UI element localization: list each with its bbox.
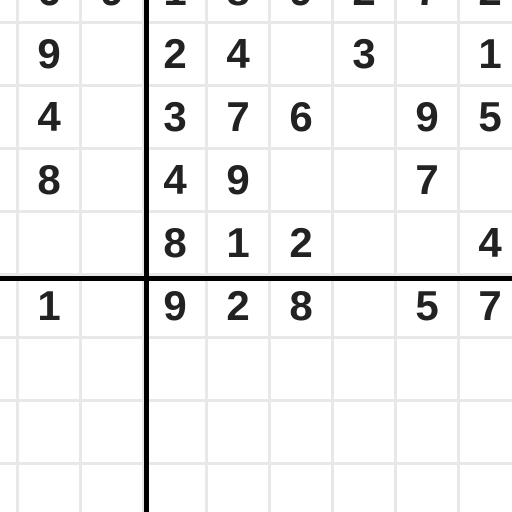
sudoku-cell[interactable] xyxy=(397,213,457,273)
sudoku-cell[interactable]: 8 xyxy=(19,150,79,210)
sudoku-cell[interactable] xyxy=(334,339,394,399)
sudoku-cell[interactable] xyxy=(271,24,331,84)
sudoku-cell[interactable] xyxy=(82,24,142,84)
sudoku-cell[interactable] xyxy=(82,339,142,399)
sudoku-cell[interactable]: 9 xyxy=(397,87,457,147)
sudoku-cell[interactable] xyxy=(334,402,394,462)
sudoku-cell[interactable] xyxy=(82,276,142,336)
sudoku-cell[interactable]: 4 xyxy=(460,213,512,273)
sudoku-cell[interactable]: 3 xyxy=(145,87,205,147)
sudoku-cell[interactable]: 1 xyxy=(0,87,16,147)
sudoku-cell[interactable]: 2 xyxy=(271,213,331,273)
sudoku-cell[interactable] xyxy=(0,0,16,21)
sudoku-cell[interactable] xyxy=(271,339,331,399)
sudoku-cell[interactable] xyxy=(82,87,142,147)
sudoku-cell[interactable]: 6 xyxy=(271,87,331,147)
sudoku-cell[interactable] xyxy=(334,150,394,210)
sudoku-cell[interactable] xyxy=(208,402,268,462)
sudoku-cell[interactable] xyxy=(0,465,16,512)
sudoku-cell[interactable] xyxy=(145,465,205,512)
sudoku-cell[interactable]: 7 xyxy=(208,87,268,147)
sudoku-cell[interactable] xyxy=(82,150,142,210)
sudoku-cell[interactable] xyxy=(0,339,16,399)
sudoku-cell[interactable]: 5 xyxy=(460,87,512,147)
sudoku-cell[interactable]: 2 xyxy=(334,0,394,21)
sudoku-cell[interactable]: 2 xyxy=(145,24,205,84)
sudoku-cell[interactable] xyxy=(208,465,268,512)
sudoku-cell[interactable]: 7 xyxy=(460,276,512,336)
sudoku-cell[interactable] xyxy=(460,150,512,210)
sudoku-cell[interactable] xyxy=(397,339,457,399)
sudoku-cell[interactable] xyxy=(271,150,331,210)
sudoku-cell[interactable]: 8 xyxy=(145,213,205,273)
sudoku-cell[interactable] xyxy=(0,24,16,84)
sudoku-cell[interactable] xyxy=(19,213,79,273)
sudoku-cell[interactable]: 9 xyxy=(82,0,142,21)
sudoku-cell[interactable]: 4 xyxy=(208,24,268,84)
sudoku-cell[interactable] xyxy=(334,87,394,147)
sudoku-cell[interactable] xyxy=(397,402,457,462)
sudoku-cell[interactable]: 1 xyxy=(19,276,79,336)
sudoku-cell[interactable] xyxy=(19,402,79,462)
sudoku-cell[interactable]: 1 xyxy=(208,213,268,273)
sudoku-cell[interactable] xyxy=(82,465,142,512)
sudoku-cell[interactable]: 3 xyxy=(334,24,394,84)
sudoku-cell[interactable] xyxy=(460,465,512,512)
sudoku-cell[interactable] xyxy=(208,339,268,399)
sudoku-cell[interactable] xyxy=(145,339,205,399)
sudoku-cell[interactable]: 7 xyxy=(397,150,457,210)
sudoku-cell[interactable] xyxy=(19,465,79,512)
sudoku-cell[interactable] xyxy=(397,24,457,84)
sudoku-cell[interactable]: 9 xyxy=(271,0,331,21)
sudoku-cell[interactable]: 5 xyxy=(397,276,457,336)
sudoku-cell[interactable] xyxy=(334,213,394,273)
sudoku-cell[interactable]: 8 xyxy=(208,0,268,21)
sudoku-cell[interactable] xyxy=(82,402,142,462)
sudoku-cell[interactable] xyxy=(397,465,457,512)
sudoku-cell[interactable] xyxy=(271,402,331,462)
sudoku-cell[interactable]: 9 xyxy=(19,24,79,84)
sudoku-cell[interactable] xyxy=(82,213,142,273)
sudoku-cell[interactable]: 9 xyxy=(145,276,205,336)
sudoku-cell[interactable]: 1 xyxy=(460,24,512,84)
sudoku-cell[interactable]: 4 xyxy=(0,276,16,336)
sudoku-cell[interactable] xyxy=(460,402,512,462)
sudoku-cell[interactable]: 2 xyxy=(460,0,512,21)
sudoku-cell[interactable] xyxy=(19,339,79,399)
sudoku-cell[interactable]: 9 xyxy=(208,150,268,210)
sudoku-cell[interactable]: 6 xyxy=(19,0,79,21)
sudoku-cell[interactable]: 1 xyxy=(145,0,205,21)
sudoku-cell[interactable] xyxy=(0,402,16,462)
box-border-vertical xyxy=(144,0,149,512)
box-border-horizontal xyxy=(0,276,512,281)
sudoku-cell[interactable] xyxy=(271,465,331,512)
sudoku-cell[interactable] xyxy=(460,339,512,399)
sudoku-cell[interactable]: 8 xyxy=(271,276,331,336)
sudoku-cell[interactable]: 4 xyxy=(19,87,79,147)
sudoku-cell[interactable] xyxy=(145,402,205,462)
sudoku-cell[interactable]: 7 xyxy=(397,0,457,21)
sudoku-cell[interactable] xyxy=(334,276,394,336)
sudoku-cell[interactable]: 2 xyxy=(208,276,268,336)
sudoku-cell[interactable]: 9 xyxy=(0,213,16,273)
sudoku-cell[interactable] xyxy=(0,150,16,210)
sudoku-board: 691892729243114376958497981244192857 xyxy=(0,0,512,512)
sudoku-cell[interactable]: 4 xyxy=(145,150,205,210)
sudoku-cell[interactable] xyxy=(334,465,394,512)
